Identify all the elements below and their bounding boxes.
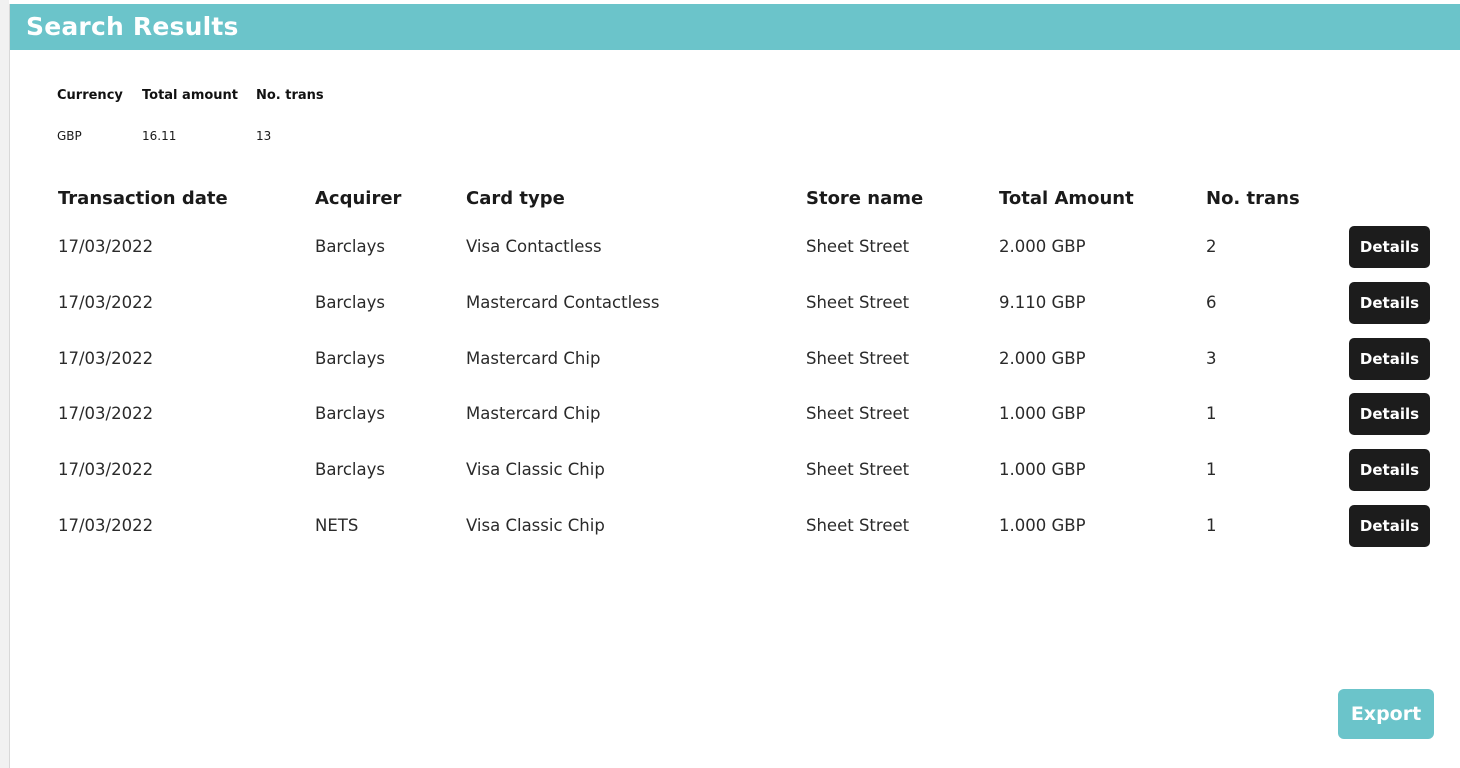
cell-store-name: Sheet Street xyxy=(806,349,910,368)
details-button[interactable]: Details xyxy=(1349,226,1430,268)
cell-acquirer: Barclays xyxy=(315,404,385,423)
table-row: 17/03/2022 Barclays Visa Classic Chip Sh… xyxy=(58,449,1438,493)
page-title: Search Results xyxy=(26,12,239,41)
cell-transaction-date: 17/03/2022 xyxy=(58,516,154,535)
column-header-total-amount: Total Amount xyxy=(999,188,1134,209)
cell-no-trans: 1 xyxy=(1206,516,1217,535)
details-button[interactable]: Details xyxy=(1349,449,1430,491)
cell-store-name: Sheet Street xyxy=(806,404,910,423)
cell-store-name: Sheet Street xyxy=(806,460,910,479)
cell-acquirer: NETS xyxy=(315,516,359,535)
summary-value-currency: GBP xyxy=(57,129,82,143)
details-button[interactable]: Details xyxy=(1349,282,1430,324)
summary-value-total-amount: 16.11 xyxy=(142,129,177,143)
cell-no-trans: 2 xyxy=(1206,237,1217,256)
cell-total-amount: 2.000 GBP xyxy=(999,237,1086,256)
cell-store-name: Sheet Street xyxy=(806,237,910,256)
cell-card-type: Visa Contactless xyxy=(466,237,602,256)
table-row: 17/03/2022 Barclays Mastercard Chip Shee… xyxy=(58,393,1438,437)
summary-header-no-trans: No. trans xyxy=(256,88,324,103)
summary-column-currency: Currency GBP xyxy=(57,86,123,143)
summary-column-no-trans: No. trans 13 xyxy=(256,86,324,143)
cell-transaction-date: 17/03/2022 xyxy=(58,460,154,479)
cell-transaction-date: 17/03/2022 xyxy=(58,237,154,256)
details-button[interactable]: Details xyxy=(1349,338,1430,380)
table-row: 17/03/2022 Barclays Mastercard Contactle… xyxy=(58,282,1438,326)
summary-header-currency: Currency xyxy=(57,88,123,103)
cell-total-amount: 1.000 GBP xyxy=(999,516,1086,535)
cell-no-trans: 6 xyxy=(1206,293,1217,312)
column-header-transaction-date: Transaction date xyxy=(58,188,228,209)
left-panel-edge xyxy=(0,0,10,768)
table-row: 17/03/2022 Barclays Mastercard Chip Shee… xyxy=(58,338,1438,382)
cell-total-amount: 1.000 GBP xyxy=(999,404,1086,423)
cell-acquirer: Barclays xyxy=(315,293,385,312)
cell-total-amount: 1.000 GBP xyxy=(999,460,1086,479)
cell-no-trans: 1 xyxy=(1206,404,1217,423)
cell-no-trans: 1 xyxy=(1206,460,1217,479)
summary-header-total-amount: Total amount xyxy=(142,88,239,103)
column-header-no-trans: No. trans xyxy=(1206,188,1300,209)
cell-card-type: Visa Classic Chip xyxy=(466,516,605,535)
cell-acquirer: Barclays xyxy=(315,237,385,256)
cell-card-type: Mastercard Chip xyxy=(466,404,601,423)
cell-acquirer: Barclays xyxy=(315,460,385,479)
cell-no-trans: 3 xyxy=(1206,349,1217,368)
export-button[interactable]: Export xyxy=(1338,689,1434,739)
column-header-acquirer: Acquirer xyxy=(315,188,402,209)
cell-store-name: Sheet Street xyxy=(806,293,910,312)
cell-card-type: Mastercard Chip xyxy=(466,349,601,368)
search-results-page: Search Results Currency GBP Total amount… xyxy=(0,0,1460,768)
cell-total-amount: 9.110 GBP xyxy=(999,293,1086,312)
summary-column-total-amount: Total amount 16.11 xyxy=(142,86,239,143)
cell-transaction-date: 17/03/2022 xyxy=(58,349,154,368)
cell-total-amount: 2.000 GBP xyxy=(999,349,1086,368)
cell-transaction-date: 17/03/2022 xyxy=(58,293,154,312)
cell-card-type: Mastercard Contactless xyxy=(466,293,660,312)
column-header-store-name: Store name xyxy=(806,188,924,209)
search-results-header: Search Results xyxy=(10,4,1460,50)
table-row: 17/03/2022 NETS Visa Classic Chip Sheet … xyxy=(58,505,1438,549)
cell-store-name: Sheet Street xyxy=(806,516,910,535)
table-row: 17/03/2022 Barclays Visa Contactless She… xyxy=(58,226,1438,270)
cell-transaction-date: 17/03/2022 xyxy=(58,404,154,423)
summary-value-no-trans: 13 xyxy=(256,129,272,143)
details-button[interactable]: Details xyxy=(1349,505,1430,547)
column-header-card-type: Card type xyxy=(466,188,565,209)
details-button[interactable]: Details xyxy=(1349,393,1430,435)
cell-acquirer: Barclays xyxy=(315,349,385,368)
cell-card-type: Visa Classic Chip xyxy=(466,460,605,479)
